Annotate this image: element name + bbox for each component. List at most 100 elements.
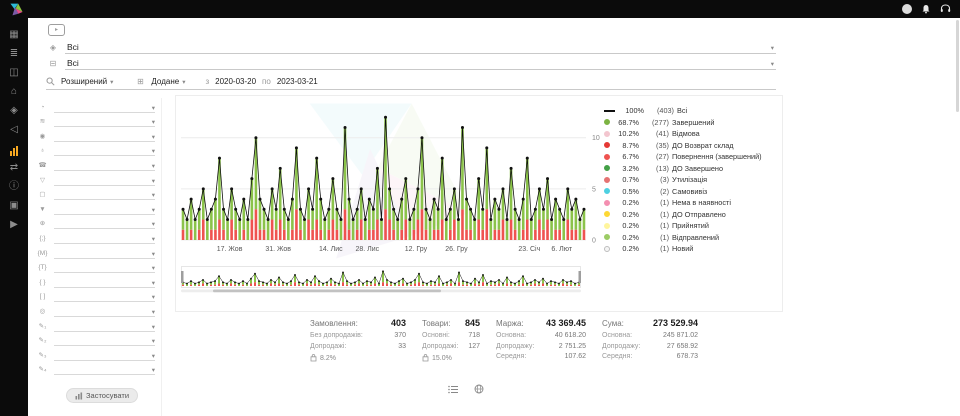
tags-filter-select[interactable]: Всі ▾: [65, 58, 776, 70]
legend-dot-swatch: [604, 211, 610, 217]
legend-item[interactable]: 0.5%(2)Самовивіз: [604, 186, 780, 198]
stat-subvalue: 107.62: [565, 352, 586, 363]
filter-row-sliders: ≋▾: [28, 113, 161, 128]
legend-item[interactable]: 0.2%(1)Новий: [604, 243, 780, 255]
date-from-label: з: [205, 77, 209, 86]
legend-item[interactable]: 3.2%(13)ДО Завершено: [604, 163, 780, 175]
date-field-select[interactable]: Додане ▾: [151, 77, 185, 86]
x-tick-label: 12. Гру: [405, 246, 427, 253]
orders-nav-icon[interactable]: ≣: [5, 47, 23, 61]
legend-count: (35): [642, 141, 669, 150]
target-filter-select[interactable]: ▾: [54, 307, 155, 317]
chevron-down-icon: ▾: [152, 323, 155, 331]
stat-sublabel: Середня:: [496, 352, 526, 363]
legend-item[interactable]: 0.2%(1)Нема в наявності: [604, 197, 780, 209]
pencil-2-filter-select[interactable]: ▾: [54, 336, 155, 346]
stat-sublabel: Допродажу:: [496, 342, 534, 353]
integrations-nav-icon[interactable]: ⇄: [5, 161, 23, 175]
marketing-nav-icon[interactable]: ◁: [5, 123, 23, 137]
shield-filter-select[interactable]: ▾: [54, 176, 155, 186]
avatar[interactable]: [902, 4, 912, 14]
legend-line-swatch: [604, 110, 615, 112]
chevron-down-icon: ▾: [152, 147, 155, 155]
sliders-filter-select[interactable]: ▾: [54, 117, 155, 127]
x-tick-label: 17. Жов: [217, 246, 243, 253]
legend-label: Прийнятий: [672, 221, 709, 230]
pricing-nav-icon[interactable]: ◈: [5, 104, 23, 118]
filter-row-category: ◈ Всі ▾: [46, 40, 776, 54]
legend-item[interactable]: 10.2%(41)Відмова: [604, 128, 780, 140]
legend-percent: 100%: [618, 106, 644, 115]
date-to-input[interactable]: 2023-03-21: [277, 77, 318, 86]
filter-row-box: ▢▾: [28, 186, 161, 201]
stat-sublabel: Допродажі:: [422, 342, 458, 353]
dashboard-nav-icon[interactable]: ▦: [5, 28, 23, 42]
legend-percent: 0.2%: [613, 198, 639, 207]
legend-item[interactable]: 68.7%(277)Завершений: [604, 117, 780, 129]
phone-filter-select[interactable]: ▾: [54, 161, 155, 171]
filter-row-target: ◎▾: [28, 302, 161, 317]
code-m-filter-select[interactable]: ▾: [54, 249, 155, 259]
legend-count: (3): [642, 175, 669, 184]
pencil-4-filter-select[interactable]: ▾: [54, 365, 155, 375]
search-mode-value: Розширений: [61, 77, 107, 86]
stats-products: Товари: 845 Основні:718 Допродажі:127 15…: [422, 318, 480, 363]
globe-filter-select[interactable]: ▾: [54, 219, 155, 229]
list-view-icon[interactable]: [448, 384, 458, 394]
funnel-filter-select[interactable]: ▾: [54, 205, 155, 215]
status-filter-select[interactable]: ▾: [54, 103, 155, 113]
chevron-down-icon: ▾: [152, 366, 155, 374]
view-switcher: [448, 384, 484, 394]
sitemap-filter-select[interactable]: ▾: [54, 146, 155, 156]
legend-item[interactable]: 8.7%(35)ДО Возврат склад: [604, 140, 780, 152]
globe-language-icon[interactable]: [474, 384, 484, 394]
page-scrollbar[interactable]: [956, 20, 959, 112]
legend-item[interactable]: 0.7%(3)Утилізація: [604, 174, 780, 186]
legend-item[interactable]: 0.2%(1)Відправлений: [604, 232, 780, 244]
search-row: Розширений ▾ ⊞ Додане ▾ з 2020-03-20 по …: [46, 74, 776, 90]
date-to-label: по: [262, 77, 271, 86]
search-icon[interactable]: [46, 77, 55, 86]
app-logo[interactable]: [9, 3, 24, 16]
analytics-nav-icon[interactable]: [5, 142, 23, 156]
chevron-down-icon: ▾: [152, 104, 155, 112]
filter-row-pencil-2: ✎₂▾: [28, 332, 161, 347]
info-nav-icon[interactable]: ⓘ: [5, 180, 23, 194]
date-from-input[interactable]: 2020-03-20: [215, 77, 256, 86]
user-filter-select[interactable]: ▾: [54, 132, 155, 142]
legend-label: Відмова: [672, 129, 700, 138]
apply-filters-button[interactable]: Застосувати: [66, 388, 138, 403]
pencil-3-filter-select[interactable]: ▾: [54, 351, 155, 361]
filter-panel: ◔▾≋▾◉▾♁▾☎▾▽▾▢▾▼▾⊕▾{;}▾{M}▾{T}▾{ }▾[ ]▾◎▾…: [28, 98, 162, 416]
legend-label: Утилізація: [672, 175, 707, 184]
code-brackets-filter-select[interactable]: ▾: [54, 292, 155, 302]
support-headset-icon[interactable]: [940, 4, 951, 14]
box-filter-select[interactable]: ▾: [54, 190, 155, 200]
filter-row-user: ◉▾: [28, 127, 161, 142]
code-braces-filter-select[interactable]: ▾: [54, 278, 155, 288]
customers-nav-icon[interactable]: ◫: [5, 66, 23, 80]
legend-dot-swatch: [604, 177, 610, 183]
home-nav-icon[interactable]: ⌂: [5, 85, 23, 99]
bell-icon[interactable]: [921, 4, 931, 14]
media-nav-icon[interactable]: ▶: [5, 218, 23, 232]
pencil-3-icon: ✎₃: [36, 351, 49, 361]
products-nav-icon[interactable]: ▣: [5, 199, 23, 213]
filter-row-pencil-3: ✎₃ ▾: [28, 346, 161, 361]
stat-sublabel: Основні:: [422, 331, 450, 342]
category-filter-select[interactable]: Всі ▾: [65, 42, 776, 54]
pencil-1-filter-select[interactable]: ▾: [54, 322, 155, 332]
legend-item[interactable]: 100%(403)Всі: [604, 105, 780, 117]
code-semicolon-filter-select[interactable]: ▾: [54, 234, 155, 244]
svg-text:10: 10: [592, 135, 600, 142]
legend-item[interactable]: 0.2%(1)Прийнятий: [604, 220, 780, 232]
chevron-down-icon: ▾: [152, 177, 155, 185]
video-tutorial-icon[interactable]: ▸: [48, 24, 65, 36]
code-t-filter-select[interactable]: ▾: [54, 263, 155, 273]
legend-item[interactable]: 0.2%(1)ДО Отправлено: [604, 209, 780, 221]
search-mode-select[interactable]: Розширений ▾: [61, 77, 113, 86]
chart-navigator[interactable]: [181, 266, 581, 298]
legend-percent: 0.5%: [613, 187, 639, 196]
legend-label: Самовивіз: [672, 187, 707, 196]
legend-item[interactable]: 6.7%(27)Повернення (завершений): [604, 151, 780, 163]
